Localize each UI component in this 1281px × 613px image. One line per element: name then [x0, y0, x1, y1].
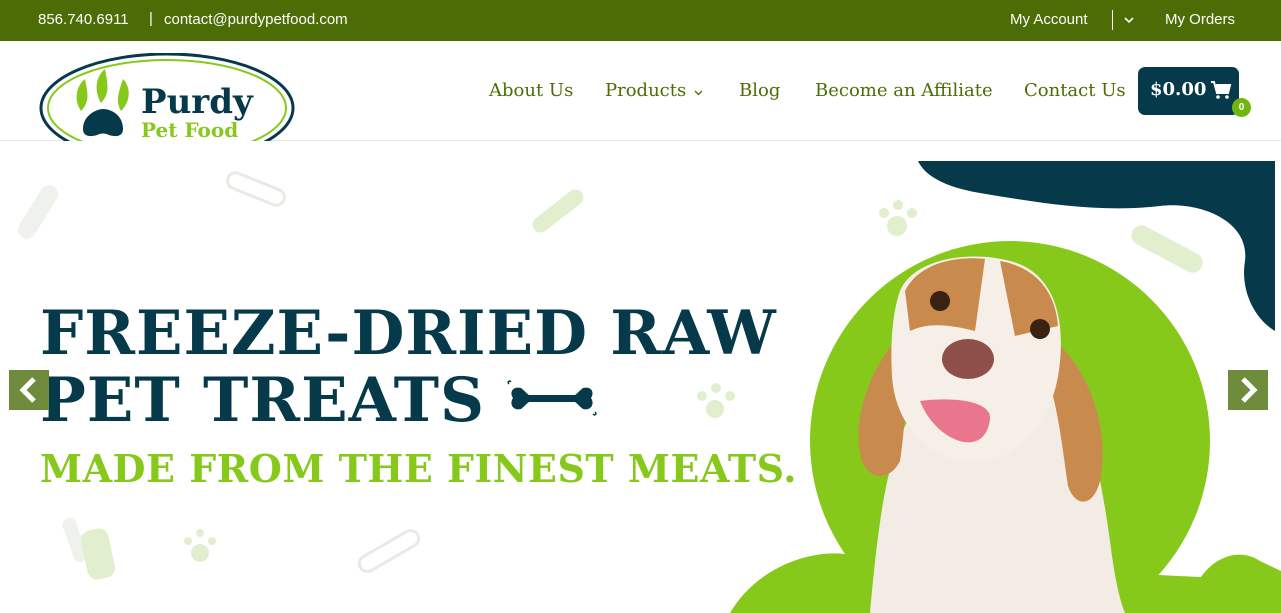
cart-count-badge: 0 [1232, 98, 1251, 117]
nav-products[interactable]: Products [605, 80, 686, 101]
contact-email[interactable]: contact@purdypetfood.com [164, 11, 348, 28]
nav-contact-us[interactable]: Contact Us [1024, 80, 1126, 101]
nav-blog[interactable]: Blog [739, 80, 780, 101]
bone-icon [507, 380, 597, 416]
top-bar: 856.740.6911 | contact@purdypetfood.com … [0, 0, 1281, 41]
hero-headline-line2: PET TREATS [40, 365, 486, 436]
nav-about-us[interactable]: About Us [489, 80, 573, 101]
phone-number[interactable]: 856.740.6911 [38, 11, 129, 28]
account-divider [1112, 10, 1113, 30]
cart-button[interactable]: $0.00 [1138, 67, 1239, 115]
chevron-down-icon[interactable] [1122, 13, 1136, 27]
logo-petfood-text: Pet Food [141, 118, 238, 142]
logo-purdy-text: Purdy [141, 82, 254, 122]
slider-next-button[interactable] [1228, 370, 1268, 410]
hero-slider: FREEZE-DRIED RAW PET TREATS MADE FROM TH… [0, 141, 1281, 613]
cart-total: $0.00 [1150, 79, 1207, 100]
my-account-link[interactable]: My Account [1010, 11, 1088, 28]
hero-headline-line1: FREEZE-DRIED RAW [40, 298, 777, 369]
slider-prev-button[interactable] [9, 370, 49, 410]
nav-become-affiliate[interactable]: Become an Affiliate [815, 80, 993, 101]
topbar-separator: | [149, 10, 153, 27]
chevron-down-icon[interactable] [693, 87, 704, 98]
shopping-cart-icon [1211, 81, 1232, 99]
site-header: Purdy Pet Food About Us Products Blog Be… [0, 41, 1281, 164]
chevron-right-icon [1241, 377, 1258, 403]
chevron-left-icon [19, 377, 36, 403]
my-orders-link[interactable]: My Orders [1165, 11, 1235, 28]
hero-subheadline: MADE FROM THE FINEST MEATS. [40, 446, 797, 491]
